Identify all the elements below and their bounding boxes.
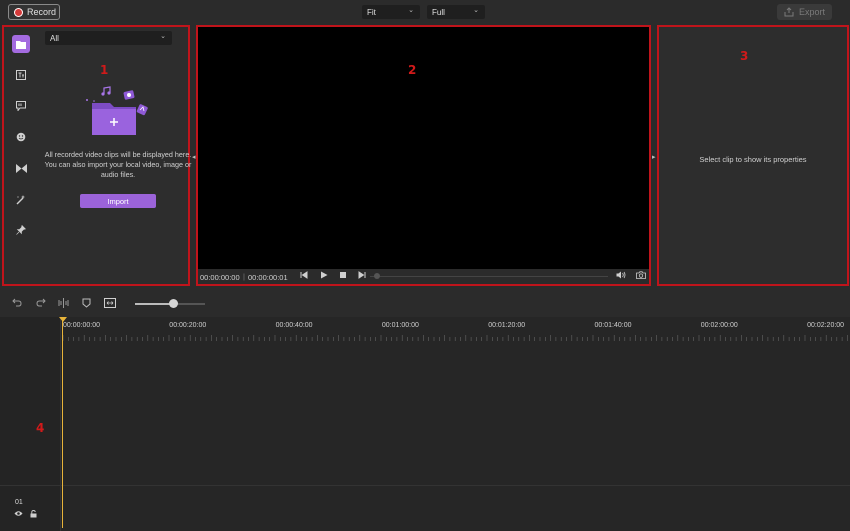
export-button[interactable]: Export (777, 4, 832, 20)
fit-timeline-icon[interactable] (104, 298, 116, 311)
video-preview (198, 27, 649, 269)
playhead[interactable] (62, 317, 63, 528)
export-icon (784, 7, 794, 17)
zoom-slider-fill (135, 303, 174, 305)
timeline-toolbar (0, 291, 850, 316)
transition-icon[interactable] (12, 159, 30, 177)
annotation-number-4: 4 (36, 421, 45, 435)
ruler-time-label: 00:01:00:00 (381, 322, 419, 329)
chevron-down-icon: ⌄ (160, 33, 166, 40)
redo-icon[interactable] (36, 298, 46, 310)
media-filter-value: All (50, 33, 59, 43)
media-icon[interactable] (12, 35, 30, 53)
media-panel: All ⌄ 1 All recorded video clips will be… (2, 25, 192, 286)
collapse-left-icon[interactable]: ◂ (192, 153, 196, 161)
lock-icon[interactable] (30, 510, 37, 520)
collapse-right-icon[interactable]: ▸ (652, 153, 656, 161)
player-controls: 00:00:00:00 | 00:00:00:01 (198, 269, 649, 284)
media-empty-message: All recorded video clips will be display… (44, 150, 192, 179)
record-button[interactable]: Record (8, 4, 60, 20)
play-icon[interactable] (320, 271, 328, 281)
scrubber-handle[interactable] (374, 273, 380, 279)
stop-icon[interactable] (339, 271, 347, 281)
marker-icon[interactable] (82, 298, 91, 311)
timeline: 00:00:00:00 00:00:20:00 00:00:40:00 00:01:0… (0, 317, 850, 531)
fit-select[interactable]: Fit ⌄ (362, 5, 420, 19)
full-select[interactable]: Full ⌄ (427, 5, 485, 19)
chevron-down-icon: ⌄ (408, 7, 414, 14)
track-number: 01 (15, 499, 23, 506)
ruler-time-label: 00:00:40:00 (275, 322, 313, 329)
annotation-number-1: 1 (100, 63, 109, 77)
record-label: Record (27, 7, 57, 17)
text-icon[interactable] (12, 66, 30, 84)
import-button[interactable]: Import (80, 194, 156, 208)
snapshot-icon[interactable] (636, 271, 646, 281)
visibility-eye-icon[interactable] (14, 510, 23, 519)
caption-icon[interactable] (12, 97, 30, 115)
current-time: 00:00:00:00 (200, 273, 240, 282)
playhead-handle[interactable] (59, 317, 67, 322)
preview-panel: 2 00:00:00:00 | 00:00:00:01 (196, 25, 651, 286)
record-icon (14, 7, 23, 17)
ruler-time-label: 00:02:00:00 (700, 322, 738, 329)
media-filter-select[interactable]: All ⌄ (45, 31, 172, 45)
skip-back-icon[interactable] (300, 271, 308, 281)
zoom-slider-handle[interactable] (169, 299, 178, 308)
sticker-icon[interactable] (12, 128, 30, 146)
undo-icon[interactable] (12, 298, 22, 310)
import-label: Import (107, 196, 129, 206)
playback-scrubber[interactable] (370, 276, 608, 277)
track-header-column (0, 317, 61, 531)
properties-panel: 3 Select clip to show its properties (657, 25, 849, 286)
top-bar: Record Fit ⌄ Full ⌄ Export (0, 0, 850, 25)
total-time: 00:00:00:01 (248, 273, 288, 282)
split-icon[interactable] (58, 298, 69, 311)
media-sidebar (4, 27, 38, 284)
export-label: Export (798, 7, 825, 17)
effects-icon[interactable] (12, 190, 30, 208)
ruler-time-label: 00:00:20:00 (169, 322, 207, 329)
time-divider: | (243, 272, 245, 281)
annotation-number-3: 3 (740, 49, 749, 63)
folder-illustration-icon (86, 86, 148, 135)
volume-icon[interactable] (616, 271, 626, 281)
ruler-ticks (63, 335, 848, 341)
ruler-time-label: 00:01:40:00 (594, 322, 632, 329)
full-select-value: Full (432, 7, 445, 17)
track-divider (0, 485, 850, 486)
ruler-time-label: 00:02:20:00 (807, 322, 845, 329)
ruler-time-label: 00:01:20:00 (488, 322, 526, 329)
pin-icon[interactable] (12, 221, 30, 239)
ruler-time-label: 00:00:00:00 (63, 322, 100, 329)
fit-select-value: Fit (367, 7, 376, 17)
properties-placeholder: Select clip to show its properties (699, 155, 807, 164)
chevron-down-icon: ⌄ (473, 7, 479, 14)
skip-forward-icon[interactable] (358, 271, 366, 281)
annotation-number-2: 2 (408, 63, 417, 77)
